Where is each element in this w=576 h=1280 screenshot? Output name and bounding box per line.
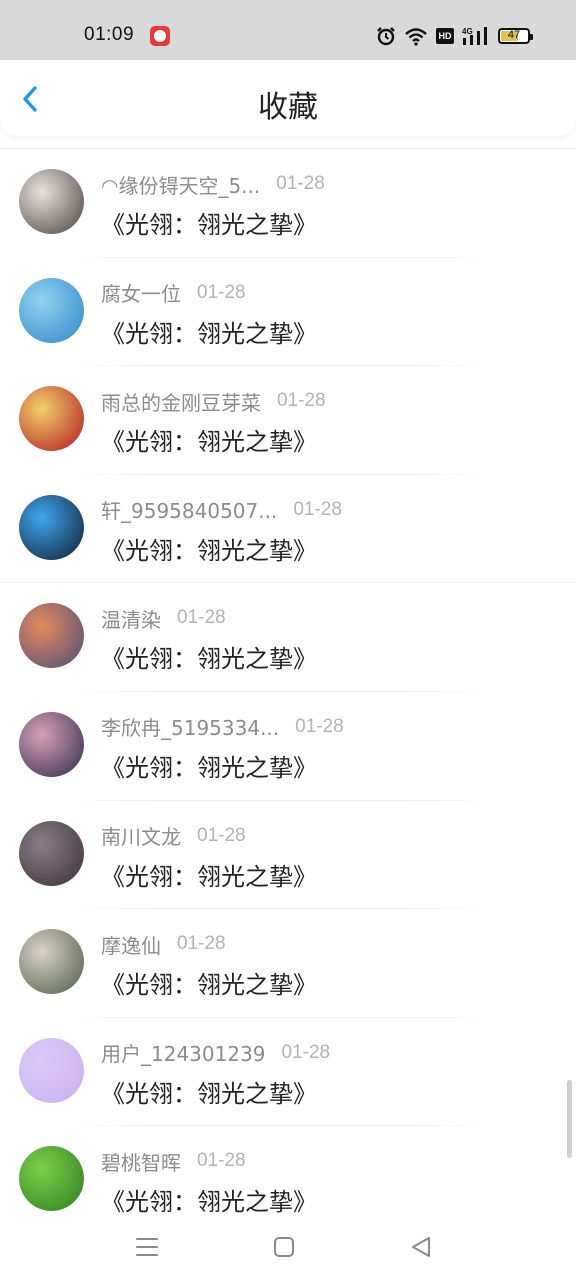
item-date: 01-28	[177, 933, 226, 955]
alarm-icon	[376, 26, 396, 46]
app-notification-icon	[150, 26, 170, 46]
item-title[interactable]: 《光翎：翎光之挚》	[101, 531, 317, 566]
avatar[interactable]	[19, 277, 84, 343]
hd-icon: HD	[436, 28, 454, 44]
list-item[interactable]: 南川文龙 01-28 《光翎：翎光之挚》	[0, 801, 576, 910]
battery-icon: 47	[498, 28, 533, 44]
avatar[interactable]	[19, 169, 84, 234]
home-square-icon	[274, 1237, 294, 1257]
list-item[interactable]: 雨总的金刚豆芽菜 01-28 《光翎：翎光之挚》	[0, 366, 576, 475]
item-date: 01-28	[281, 1041, 331, 1063]
item-title[interactable]: 《光翎：翎光之挚》	[101, 205, 317, 240]
list-item[interactable]: 轩_9595840507... 01-28 《光翎：翎光之挚》	[0, 475, 576, 584]
avatar[interactable]	[19, 929, 84, 995]
item-title[interactable]: 《光翎：翎光之挚》	[101, 857, 317, 892]
user-name[interactable]: 温清染	[101, 604, 161, 633]
avatar[interactable]	[19, 820, 84, 886]
user-name[interactable]: 用户_124301239	[101, 1038, 266, 1067]
item-date: 01-28	[277, 390, 326, 412]
avatar[interactable]	[19, 711, 84, 777]
item-meta: 轩_9595840507... 01-28	[101, 495, 342, 524]
user-name[interactable]: 雨总的金刚豆芽菜	[101, 387, 261, 416]
item-title[interactable]: 《光翎：翎光之挚》	[101, 639, 317, 674]
user-name[interactable]: 腐女一位	[101, 278, 181, 307]
home-button[interactable]	[269, 1232, 299, 1262]
item-date: 01-28	[197, 281, 246, 303]
status-time: 01:09	[84, 24, 135, 45]
battery-tip	[530, 34, 533, 40]
menu-icon	[136, 1238, 158, 1256]
battery-level: 47	[507, 29, 521, 41]
item-title[interactable]: 《光翎：翎光之挚》	[101, 748, 317, 783]
item-date: 01-28	[293, 498, 342, 520]
item-title[interactable]: 《光翎：翎光之挚》	[101, 1182, 317, 1217]
item-date: 01-28	[197, 1150, 246, 1172]
user-name[interactable]: 碧桃智晖	[101, 1147, 181, 1176]
user-name[interactable]: 摩逸仙	[101, 930, 161, 959]
back-triangle-icon	[412, 1237, 430, 1257]
list-item[interactable]: 李欣冉_5195334... 01-28 《光翎：翎光之挚》	[0, 692, 576, 801]
avatar[interactable]	[19, 603, 84, 669]
scrollbar[interactable]	[567, 1080, 572, 1158]
item-title[interactable]: 《光翎：翎光之挚》	[101, 965, 317, 1000]
list-item[interactable]: ◠缘份锝天空_5... 01-28 《光翎：翎光之挚》	[0, 149, 576, 258]
status-icons: HD 4G 47	[376, 24, 533, 48]
item-meta: ◠缘份锝天空_5... 01-28	[101, 170, 325, 199]
avatar[interactable]	[19, 1146, 84, 1212]
user-name[interactable]: ◠缘份锝天空_5...	[101, 170, 260, 199]
item-title[interactable]: 《光翎：翎光之挚》	[101, 1074, 317, 1109]
list-item[interactable]: 腐女一位 01-28 《光翎：翎光之挚》	[0, 258, 576, 367]
avatar[interactable]	[19, 386, 84, 452]
avatar[interactable]	[19, 494, 84, 560]
menu-button[interactable]	[132, 1232, 162, 1262]
list-item[interactable]: 温清染 01-28 《光翎：翎光之挚》	[0, 583, 576, 692]
page-title: 收藏	[258, 90, 318, 125]
system-nav-bar	[0, 1214, 576, 1280]
favorites-list: ◠缘份锝天空_5... 01-28 《光翎：翎光之挚》 腐女一位 01-28 《光翎：翎光…	[0, 148, 576, 1235]
item-date: 01-28	[177, 607, 226, 629]
item-meta: 碧桃智晖 01-28	[101, 1147, 246, 1176]
list-item[interactable]: 摩逸仙 01-28 《光翎：翎光之挚》	[0, 909, 576, 1018]
item-meta: 李欣冉_5195334... 01-28	[101, 712, 344, 741]
item-date: 01-28	[197, 824, 246, 846]
header: 收藏	[0, 60, 576, 136]
item-meta: 腐女一位 01-28	[101, 278, 246, 307]
item-meta: 摩逸仙 01-28	[101, 930, 226, 959]
wifi-icon	[404, 26, 428, 46]
item-date: 01-28	[295, 715, 344, 737]
user-name[interactable]: 李欣冉_5195334...	[101, 712, 279, 741]
item-meta: 雨总的金刚豆芽菜 01-28	[101, 387, 326, 416]
user-name[interactable]: 轩_9595840507...	[101, 495, 277, 524]
status-bar: 01:09 HD 4G 47	[0, 0, 576, 60]
signal-icon: 4G	[462, 26, 490, 46]
item-title[interactable]: 《光翎：翎光之挚》	[101, 314, 317, 349]
item-date: 01-28	[276, 173, 325, 194]
item-title[interactable]: 《光翎：翎光之挚》	[101, 422, 317, 457]
avatar[interactable]	[19, 1037, 84, 1103]
svg-text:4G: 4G	[462, 27, 473, 36]
user-name[interactable]: 南川文龙	[101, 821, 181, 850]
item-meta: 南川文龙 01-28	[101, 821, 246, 850]
item-meta: 温清染 01-28	[101, 604, 226, 633]
back-nav-button[interactable]	[406, 1232, 436, 1262]
list-item[interactable]: 用户_124301239 01-28 《光翎：翎光之挚》	[0, 1018, 576, 1127]
item-meta: 用户_124301239 01-28	[101, 1038, 331, 1067]
